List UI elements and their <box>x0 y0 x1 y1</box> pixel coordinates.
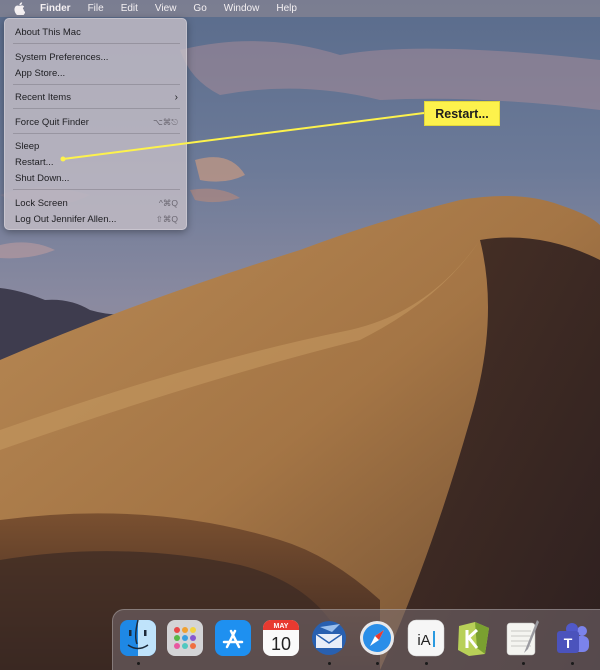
menu-item-label: Sleep <box>15 140 40 152</box>
menu-item-about-this-mac[interactable]: About This Mac <box>5 25 186 39</box>
menu-separator <box>13 189 180 190</box>
menu-item-label: App Store... <box>15 67 66 79</box>
calendar-day: 10 <box>271 634 291 654</box>
menu-item-restart[interactable]: Restart... <box>5 155 186 169</box>
menu-item-label: Restart... <box>15 156 54 168</box>
menu-item-label: Log Out Jennifer Allen... <box>15 213 117 225</box>
menu-separator <box>13 133 180 134</box>
airmail-icon[interactable] <box>310 618 348 658</box>
menu-item-app-store[interactable]: App Store... <box>5 66 186 80</box>
menu-item-system-preferences[interactable]: System Preferences... <box>5 50 186 64</box>
menu-item-log-out[interactable]: Log Out Jennifer Allen... ⇧⌘Q <box>5 212 186 226</box>
menu-help[interactable]: Help <box>276 3 297 14</box>
menu-file[interactable]: File <box>88 3 104 14</box>
calendar-month: MAY <box>274 623 289 630</box>
running-indicator <box>522 662 525 665</box>
menu-separator <box>13 108 180 109</box>
apple-menu-icon[interactable] <box>14 2 28 16</box>
running-indicator <box>425 662 428 665</box>
menu-view[interactable]: View <box>155 3 177 14</box>
menu-go[interactable]: Go <box>193 3 206 14</box>
menu-item-shortcut: ⇧⌘Q <box>155 213 178 224</box>
menu-edit[interactable]: Edit <box>121 3 138 14</box>
apple-menu-dropdown: About This Mac System Preferences... App… <box>4 18 187 230</box>
chevron-right-icon: › <box>174 91 178 103</box>
calendar-icon[interactable]: MAY 10 <box>262 618 300 658</box>
launchpad-icon[interactable] <box>166 618 204 658</box>
running-indicator <box>571 662 574 665</box>
safari-icon[interactable] <box>358 618 396 658</box>
menu-item-recent-items[interactable]: Recent Items › <box>5 90 186 104</box>
running-indicator <box>376 662 379 665</box>
menu-bar: Finder File Edit View Go Window Help <box>0 0 600 17</box>
menu-item-shortcut: ⌥⌘⎋ <box>152 116 178 127</box>
menu-item-lock-screen[interactable]: Lock Screen ^⌘Q <box>5 196 186 210</box>
dock: MAY 10 iA T <box>112 609 600 670</box>
menu-item-shut-down[interactable]: Shut Down... <box>5 171 186 185</box>
menu-separator <box>13 43 180 44</box>
notes-icon[interactable] <box>504 618 542 658</box>
menu-item-label: Recent Items <box>15 91 71 103</box>
running-indicator <box>328 662 331 665</box>
menu-item-label: Shut Down... <box>15 172 70 184</box>
finder-icon[interactable] <box>119 618 157 658</box>
menu-item-force-quit[interactable]: Force Quit Finder ⌥⌘⎋ <box>5 115 186 129</box>
menu-separator <box>13 84 180 85</box>
running-indicator <box>137 662 140 665</box>
menu-item-label: Lock Screen <box>15 197 68 209</box>
teams-icon[interactable]: T <box>553 618 591 658</box>
menu-item-sleep[interactable]: Sleep <box>5 139 186 153</box>
menu-item-label: Force Quit Finder <box>15 116 89 128</box>
menu-item-shortcut: ^⌘Q <box>158 197 178 208</box>
callout-label: Restart... <box>424 101 500 126</box>
menu-item-label: System Preferences... <box>15 51 109 63</box>
keka-icon[interactable] <box>455 618 493 658</box>
ia-writer-icon[interactable]: iA <box>407 618 445 658</box>
ia-writer-label: iA <box>417 632 430 649</box>
menu-window[interactable]: Window <box>224 3 260 14</box>
menu-item-label: About This Mac <box>15 26 81 38</box>
app-store-icon[interactable] <box>214 618 252 658</box>
teams-label: T <box>564 635 573 651</box>
menu-finder[interactable]: Finder <box>40 3 71 14</box>
